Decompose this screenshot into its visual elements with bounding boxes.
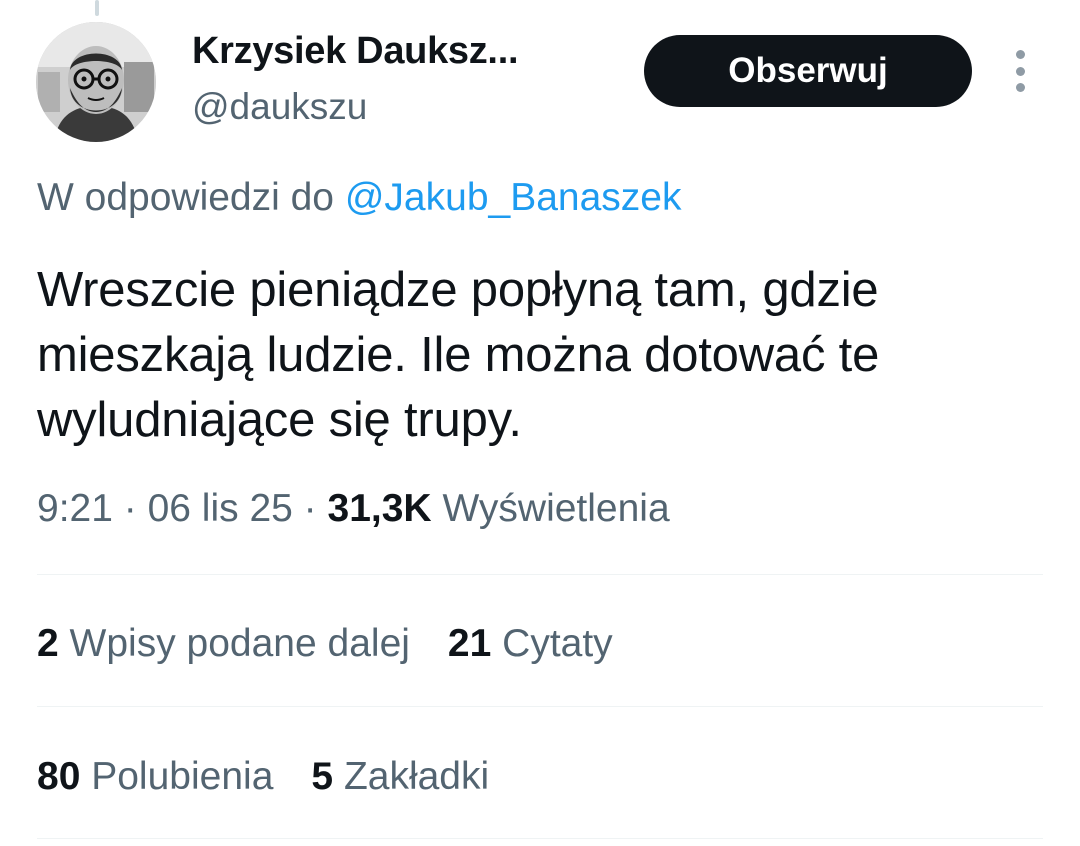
author-display-name[interactable]: Krzysiek Dauksz... <box>192 30 519 73</box>
thread-connector-line <box>95 0 99 16</box>
meta-separator: · <box>292 487 328 530</box>
reply-context: W odpowiedzi do @Jakub_Banaszek <box>37 176 681 220</box>
quotes-count: 21 <box>447 622 492 665</box>
likes-label: Polubienia <box>91 755 274 798</box>
more-vertical-icon[interactable] <box>1008 50 1032 92</box>
divider <box>37 838 1043 839</box>
reply-context-prefix: W odpowiedzi do <box>37 176 334 219</box>
reply-mention-link[interactable]: @Jakub_Banaszek <box>345 176 682 219</box>
tweet-text: Wreszcie pieniądze popłyną tam, gdzie mi… <box>37 263 880 447</box>
quotes-label: Cytaty <box>502 622 613 665</box>
author-handle[interactable]: @daukszu <box>192 86 367 128</box>
likes-count: 80 <box>37 755 81 798</box>
views-label: Wyświetlenia <box>442 487 670 530</box>
more-dot <box>1015 66 1025 76</box>
tweet-meta: 9:21 · 06 lis 25 · 31,3K Wyświetlenia <box>37 487 670 531</box>
more-dot <box>1015 83 1025 92</box>
meta-separator: · <box>112 487 148 530</box>
quotes-stat[interactable]: 21 Cytaty <box>448 622 613 666</box>
reposts-count: 2 <box>37 622 59 665</box>
bookmarks-label: Zakładki <box>343 755 490 798</box>
likes-stat[interactable]: 80 Polubienia <box>37 755 273 799</box>
follow-button[interactable]: Obserwuj <box>644 35 972 107</box>
stats-row-reposts-quotes: 2 Wpisy podane dalej 21 Cytaty <box>37 622 613 666</box>
divider <box>37 706 1043 707</box>
avatar[interactable] <box>36 22 156 142</box>
reposts-label: Wpisy podane dalej <box>69 622 410 665</box>
bookmarks-count: 5 <box>311 755 334 798</box>
views-count: 31,3K <box>327 487 432 530</box>
tweet-time[interactable]: 9:21 <box>37 487 113 530</box>
tweet-date[interactable]: 06 lis 25 <box>148 487 293 530</box>
stats-row-likes-bookmarks: 80 Polubienia 5 Zakładki <box>37 755 489 799</box>
avatar-photo <box>36 22 156 142</box>
bookmarks-stat[interactable]: 5 Zakładki <box>311 755 489 799</box>
divider <box>37 574 1043 575</box>
more-dot <box>1015 50 1025 59</box>
reposts-stat[interactable]: 2 Wpisy podane dalej <box>37 622 410 666</box>
